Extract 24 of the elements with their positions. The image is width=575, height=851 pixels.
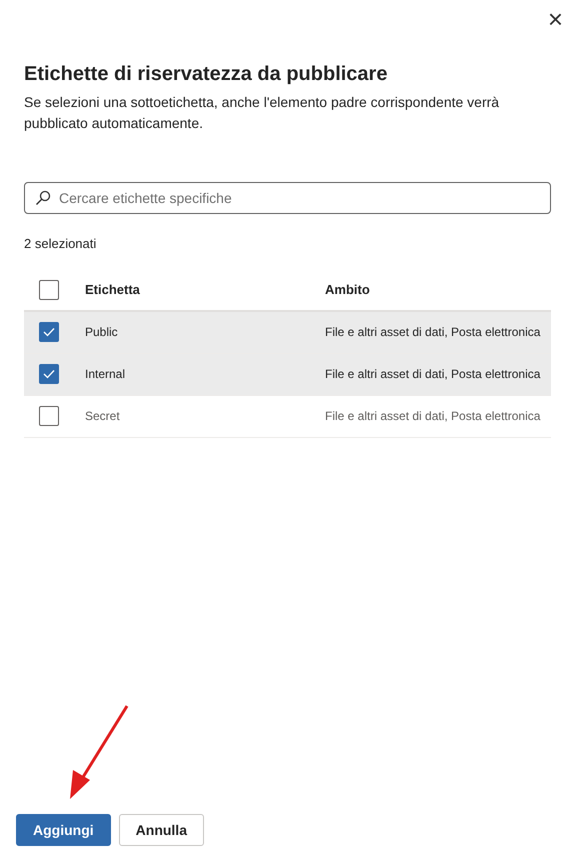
add-button[interactable]: Aggiungi [16, 814, 111, 846]
table-cell-text: Public [85, 324, 119, 341]
row-checkbox[interactable] [39, 322, 59, 342]
dialog-title: Etichette di riservatezza da pubblicare [24, 62, 388, 86]
search-field[interactable]: Cercare etichette specifiche [24, 182, 551, 214]
close-button[interactable]: × [544, 6, 567, 32]
selection-count: 2 selezionati [24, 235, 98, 253]
column-header: Ambito [325, 280, 370, 299]
column-header: Etichetta [85, 280, 141, 299]
checkmark-icon [43, 369, 55, 379]
table-cell-text: File e altri asset di dati, Posta elettronica [325, 408, 540, 425]
dialog-description: Se selezioni una sottoetichetta, anche l'elemento padre corrispondente verrà pubblicato automaticamente. [24, 93, 500, 133]
table-cell-text: File e altri asset di dati, Posta elettronica [325, 366, 540, 383]
table-cell-text: Internal [85, 366, 126, 383]
row-checkbox[interactable] [39, 406, 59, 426]
checkmark-icon [43, 327, 55, 337]
table-cell-text: File e altri asset di dati, Posta elettronica [325, 324, 540, 341]
table-row[interactable]: Secret File e altri asset di dati, Posta elettronica [24, 396, 551, 438]
cancel-button[interactable]: Annulla [118, 814, 204, 846]
select-all-checkbox[interactable] [39, 280, 59, 300]
table-cell-text: Secret [85, 408, 121, 425]
table-row[interactable]: Internal File e altri asset di dati, Posta elettronica [24, 354, 551, 396]
row-checkbox[interactable] [39, 364, 59, 384]
table-row[interactable]: Public File e altri asset di dati, Posta elettronica [24, 312, 551, 354]
